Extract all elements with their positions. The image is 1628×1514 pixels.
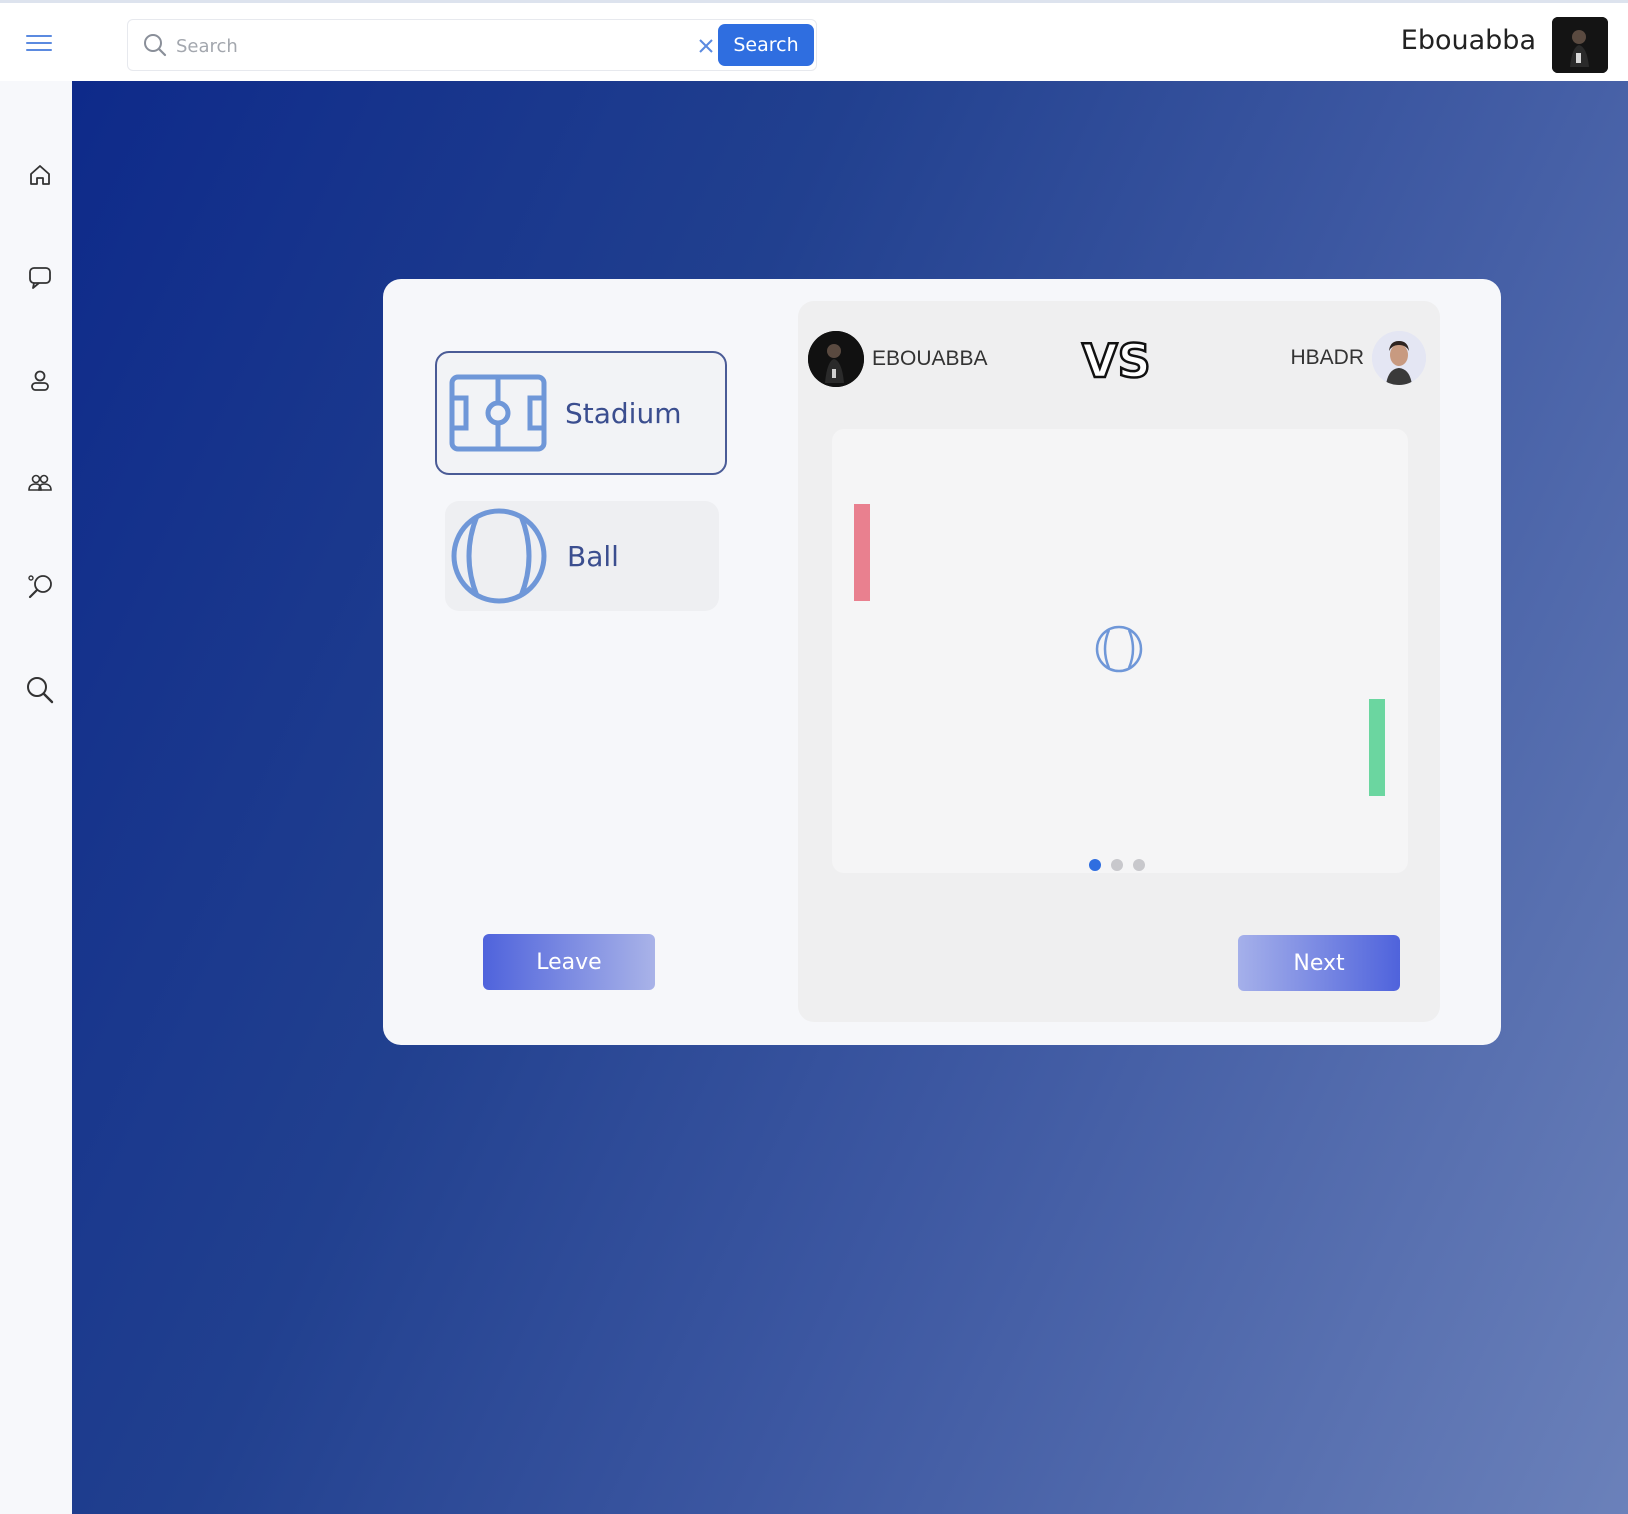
game-icon[interactable]: [20, 567, 60, 607]
home-icon[interactable]: [20, 155, 60, 195]
top-bar: Search Ebouabba: [0, 0, 1628, 81]
ball-icon: [451, 508, 547, 604]
search-icon: [142, 32, 168, 63]
ball-icon: [1095, 625, 1143, 673]
next-button[interactable]: Next: [1238, 935, 1400, 991]
option-stadium[interactable]: Stadium: [435, 351, 727, 475]
right-paddle: [1369, 699, 1385, 796]
menu-icon[interactable]: [26, 35, 52, 55]
player-left-name: EBOUABBA: [872, 347, 988, 370]
leave-button[interactable]: Leave: [483, 934, 655, 990]
player-left: EBOUABBA: [808, 331, 988, 387]
search-button[interactable]: Search: [718, 24, 814, 66]
profile-icon[interactable]: [20, 361, 60, 401]
player-right: HBADR: [1290, 331, 1426, 385]
username: Ebouabba: [1400, 25, 1536, 56]
main-area: Stadium Ball Leave EBOUABBA VS HBADR Nex…: [72, 81, 1628, 1514]
search-bar: Search: [127, 19, 817, 71]
chat-icon[interactable]: [20, 257, 60, 297]
slide-indicator: [1089, 859, 1145, 871]
option-label: Ball: [567, 539, 619, 573]
stadium-icon: [449, 374, 547, 452]
search-input[interactable]: [176, 32, 696, 60]
game-setup-card: Stadium Ball Leave EBOUABBA VS HBADR Nex…: [383, 279, 1501, 1045]
game-field-preview: [832, 429, 1408, 873]
match-preview: EBOUABBA VS HBADR Next: [798, 301, 1440, 1022]
vs-icon: VS: [1081, 333, 1152, 389]
player-left-avatar: [808, 331, 864, 387]
sidebar: [0, 81, 72, 1514]
option-ball[interactable]: Ball: [445, 501, 719, 611]
left-paddle: [854, 504, 870, 601]
slide-dot[interactable]: [1089, 859, 1101, 871]
slide-dot[interactable]: [1133, 859, 1145, 871]
avatar[interactable]: [1552, 17, 1608, 73]
friends-icon[interactable]: [20, 463, 60, 503]
player-right-avatar: [1372, 331, 1426, 385]
option-label: Stadium: [565, 396, 682, 430]
vs-text: VS: [1082, 334, 1151, 388]
clear-search-icon[interactable]: [694, 34, 718, 58]
slide-dot[interactable]: [1111, 859, 1123, 871]
search-icon[interactable]: [20, 670, 60, 710]
player-right-name: HBADR: [1290, 346, 1364, 369]
